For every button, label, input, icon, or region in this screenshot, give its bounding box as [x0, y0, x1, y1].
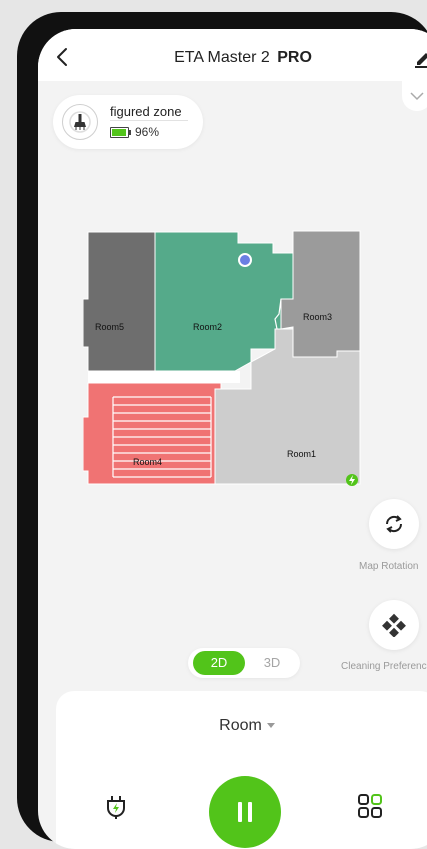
- cleaning-mode-label: figured zone: [110, 104, 188, 121]
- view-mode-toggle[interactable]: 2D 3D: [188, 648, 300, 678]
- room-label: Room1: [287, 449, 316, 459]
- pro-badge: PRO: [277, 49, 312, 66]
- view-2d-option[interactable]: 2D: [193, 651, 245, 675]
- corridor: [88, 371, 240, 383]
- preferences-icon: [382, 613, 406, 637]
- recharge-dock-icon[interactable]: [104, 794, 128, 820]
- rotate-icon: [385, 515, 403, 533]
- bottom-control-panel: Room: [56, 691, 427, 849]
- battery-status: 96%: [110, 125, 159, 139]
- status-card[interactable]: figured zone 96%: [53, 95, 203, 149]
- room-label: Room2: [193, 322, 222, 332]
- room-grid-icon[interactable]: [357, 793, 383, 819]
- device-name: ETA Master 2: [174, 49, 270, 66]
- floor-map[interactable]: Room5 Room2 Room3 Room4 Room1: [82, 229, 368, 504]
- top-bar: ETA Master 2 PRO: [38, 29, 427, 81]
- cleaning-preferences-button[interactable]: [369, 600, 419, 650]
- robot-position-icon: [238, 253, 252, 267]
- battery-percent: 96%: [135, 125, 160, 139]
- battery-icon: [110, 127, 131, 139]
- cleaning-mode-value: Room: [219, 717, 262, 734]
- view-3d-option[interactable]: 3D: [246, 651, 298, 675]
- cleaning-mode-select[interactable]: Room: [56, 717, 427, 735]
- room-label: Room5: [95, 322, 124, 332]
- page-title: ETA Master 2 PRO: [38, 49, 427, 67]
- charging-dock-icon: [346, 474, 358, 486]
- room-label: Room3: [303, 312, 332, 322]
- map-rotation-button[interactable]: [369, 499, 419, 549]
- chevron-down-icon: [410, 92, 424, 101]
- battery-fill: [112, 129, 127, 137]
- map-rotation-label: Map Rotation: [359, 561, 419, 572]
- dropdown-caret-icon: [266, 723, 275, 729]
- pause-icon: [238, 802, 242, 822]
- edit-pencil-icon[interactable]: [412, 47, 427, 69]
- cleaning-preferences-label: Cleaning Preferences: [341, 661, 427, 672]
- phone-frame: ETA Master 2 PRO figured zone 96% Room5 …: [17, 12, 427, 849]
- collapse-panel-button[interactable]: [402, 81, 427, 111]
- app-screen: ETA Master 2 PRO figured zone 96% Room5 …: [38, 29, 427, 849]
- room-label: Room4: [133, 457, 162, 467]
- pause-icon-bar: [248, 802, 252, 822]
- room-room5[interactable]: [82, 231, 156, 372]
- cleaning-mode-icon: [62, 104, 98, 140]
- pause-button[interactable]: [209, 776, 281, 848]
